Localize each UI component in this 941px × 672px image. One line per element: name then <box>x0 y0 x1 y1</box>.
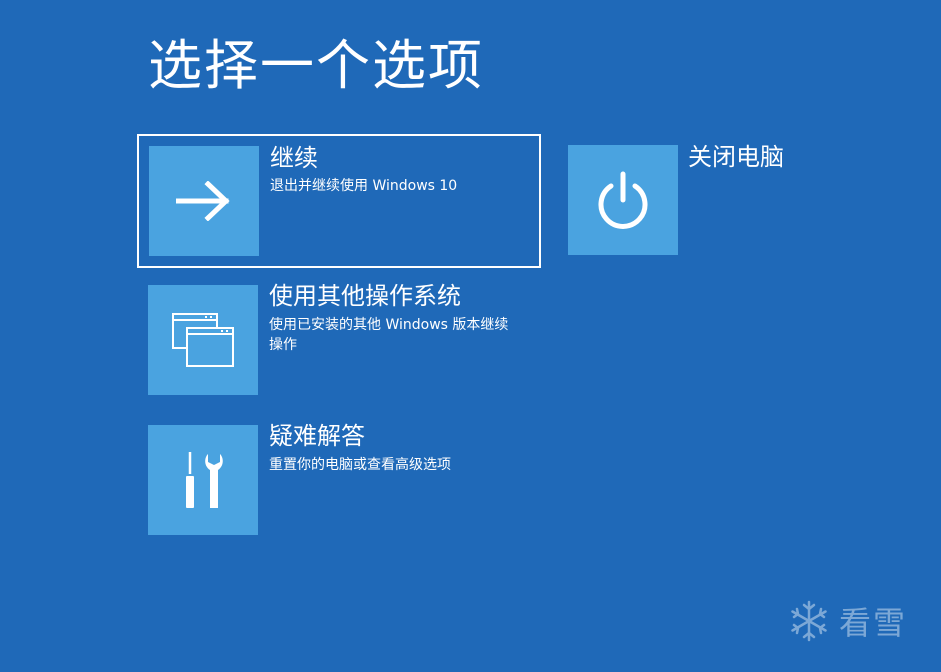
shutdown-option[interactable]: 关闭电脑 <box>568 143 828 257</box>
other-os-description: 使用已安装的其他 Windows 版本继续操作 <box>269 317 509 353</box>
other-os-title: 使用其他操作系统 <box>269 282 461 310</box>
other-os-tile[interactable] <box>148 285 258 395</box>
continue-description: 退出并继续使用 Windows 10 <box>270 178 458 194</box>
shutdown-tile[interactable] <box>568 145 678 255</box>
tools-icon <box>186 452 223 508</box>
power-icon <box>598 171 648 229</box>
troubleshoot-option[interactable]: 疑难解答 重置你的电脑或查看高级选项 <box>148 422 538 537</box>
troubleshoot-title: 疑难解答 <box>269 422 365 450</box>
watermark-text: 看雪 <box>839 604 908 642</box>
continue-title: 继续 <box>270 144 318 172</box>
arrow-right-icon <box>176 181 230 221</box>
troubleshoot-tile[interactable] <box>148 425 258 535</box>
watermark: 看雪 <box>787 598 907 644</box>
shutdown-title: 关闭电脑 <box>688 143 784 171</box>
continue-tile[interactable] <box>149 146 259 256</box>
troubleshoot-description: 重置你的电脑或查看高级选项 <box>269 457 451 473</box>
windows-stack-icon <box>172 313 234 367</box>
continue-option[interactable]: 继续 退出并继续使用 Windows 10 <box>137 134 541 268</box>
page-title: 选择一个选项 <box>148 34 484 97</box>
snowflake-icon <box>791 600 827 642</box>
other-os-option[interactable]: 使用其他操作系统 使用已安装的其他 Windows 版本继续操作 <box>148 282 538 397</box>
